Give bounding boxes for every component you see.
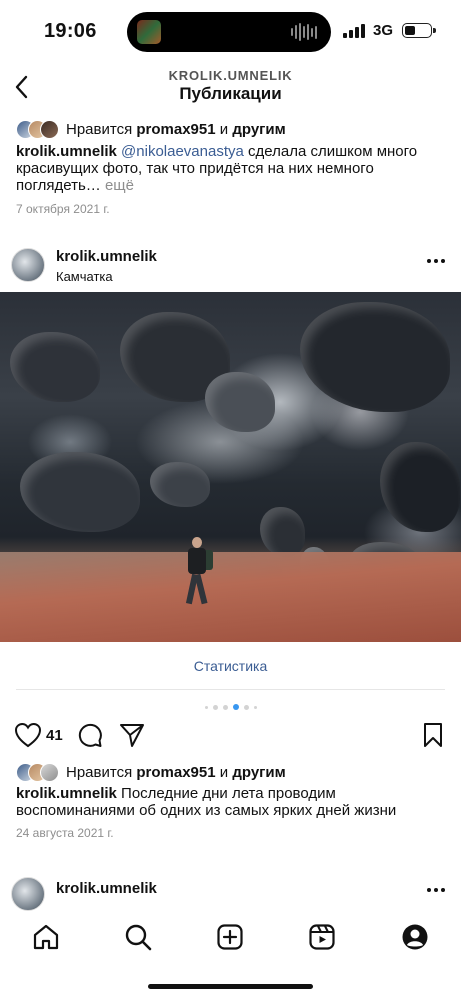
liked-by-row[interactable]: Нравится promax951 и другим [16,118,286,140]
liked-by-text: Нравится promax951 и другим [66,763,286,781]
post-header: krolik.umnelik [0,871,461,919]
create-icon[interactable] [216,923,244,951]
post-date: 24 августа 2021 г. [16,826,114,840]
audio-waveform-icon [291,22,317,42]
status-time: 19:06 [44,20,97,42]
view-insights-link[interactable]: Статистика [0,658,461,674]
liked-by-row[interactable]: Нравится promax951 и другим [16,761,286,783]
page-title: Публикации [179,84,282,103]
cellular-signal-icon [343,24,365,38]
caption-username[interactable]: krolik.umnelik [16,143,117,160]
post-caption: krolik.umnelik @nikolaevanastya сделала … [16,143,436,194]
post-header: krolik.umnelik Камчатка [0,242,461,290]
page-header: KROLIK.UMNELIK Публикации [0,62,461,112]
caption-mention[interactable]: @nikolaevanastya [121,143,244,160]
post-actions: 41 [0,722,461,750]
share-icon[interactable] [119,722,145,748]
liker-avatars [16,762,59,782]
caption-more-link[interactable]: ещё [105,177,134,194]
post-date: 7 октября 2021 г. [16,202,110,216]
post-caption: krolik.umnelik Последние дни лета провод… [16,785,436,819]
carousel-indicator [0,704,461,710]
home-icon[interactable] [32,923,60,951]
caption-username[interactable]: krolik.umnelik [16,785,117,802]
status-bar: 19:06 3G [0,0,461,62]
liker-username[interactable]: promax951 [136,121,215,138]
more-options-icon[interactable] [427,259,445,263]
liker-avatars [16,119,59,139]
search-icon[interactable] [124,923,152,951]
reels-icon[interactable] [308,923,336,951]
divider [16,689,445,690]
now-playing-artwork [137,20,161,44]
avatar[interactable] [11,877,45,911]
heart-icon[interactable] [14,722,42,748]
dynamic-island[interactable] [127,12,331,52]
post-location[interactable]: Камчатка [56,269,113,284]
bottom-tab-bar [0,913,461,961]
more-options-icon[interactable] [427,888,445,892]
avatar[interactable] [11,248,45,282]
likers-others-link[interactable]: другим [232,121,285,138]
hiker-figure [183,537,213,617]
liker-username[interactable]: promax951 [136,764,215,781]
comment-icon[interactable] [77,722,103,748]
bookmark-icon[interactable] [421,722,445,748]
header-username: KROLIK.UMNELIK [168,68,293,83]
battery-icon [402,23,436,38]
post-username[interactable]: krolik.umnelik [56,880,157,897]
home-indicator[interactable] [148,984,313,989]
likes-count[interactable]: 41 [46,727,63,744]
post-username[interactable]: krolik.umnelik [56,248,157,265]
network-type: 3G [373,22,394,39]
likers-others-link[interactable]: другим [232,764,285,781]
profile-icon[interactable] [401,923,429,951]
liked-by-text: Нравится promax951 и другим [66,120,286,138]
post-photo[interactable] [0,292,461,642]
avatar [40,119,59,139]
avatar [40,762,59,782]
